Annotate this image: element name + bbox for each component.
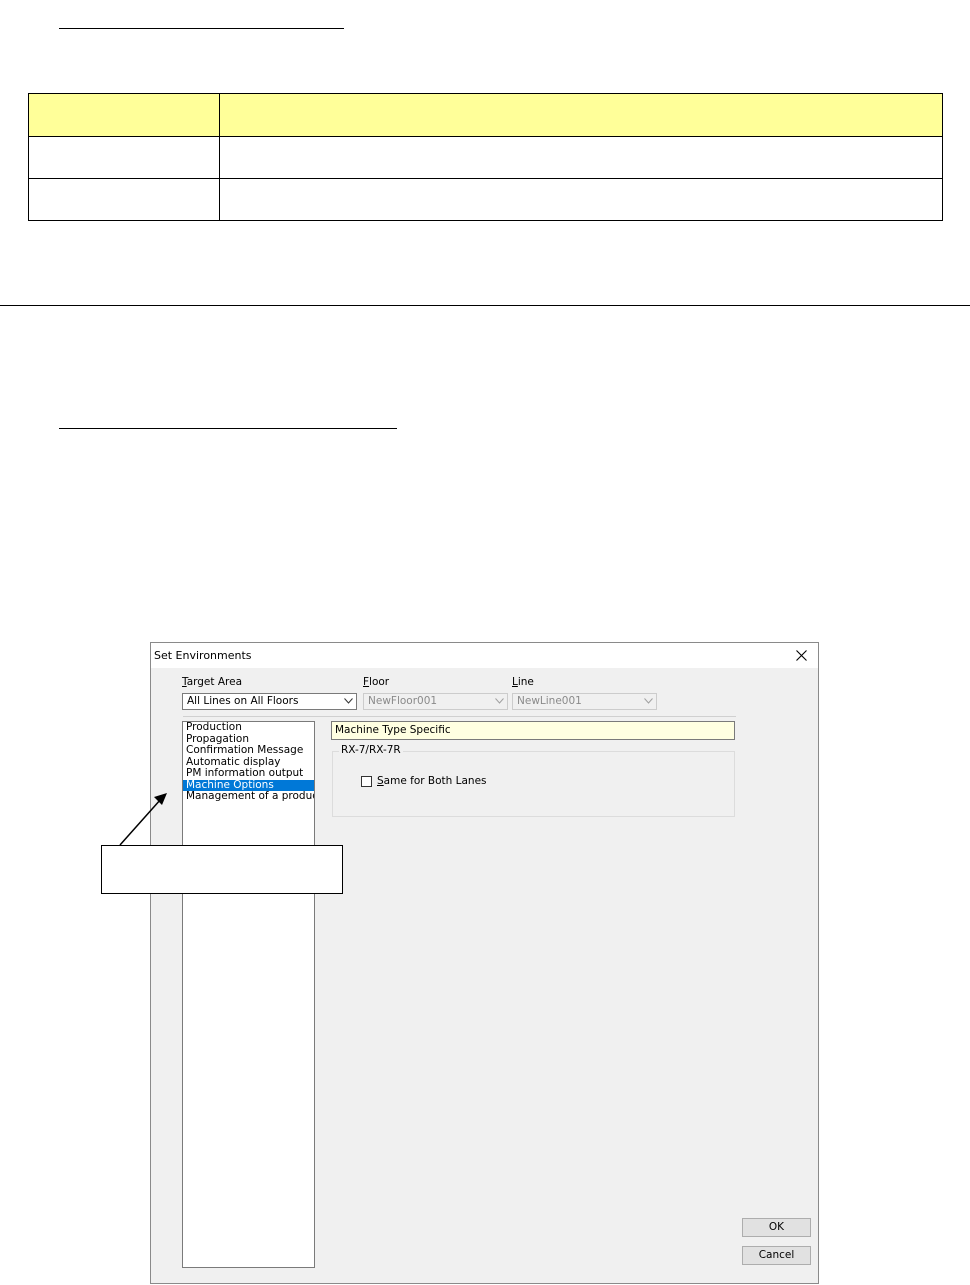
category-title: Machine Type Specific bbox=[331, 721, 735, 740]
list-item-management-of-production[interactable]: Management of a producti bbox=[183, 790, 314, 803]
heading-underline-2 bbox=[59, 428, 397, 429]
same-for-both-lanes-checkbox[interactable]: Same for Both Lanes bbox=[361, 775, 487, 787]
close-button[interactable] bbox=[784, 643, 818, 668]
line-label: Line bbox=[512, 676, 534, 688]
table-header-cell bbox=[28, 93, 220, 137]
close-icon bbox=[795, 650, 807, 661]
floor-select[interactable]: NewFloor001 bbox=[363, 693, 508, 710]
table-row bbox=[28, 136, 943, 179]
document-table bbox=[28, 93, 943, 221]
list-item-production[interactable]: Production bbox=[183, 722, 314, 734]
table-row bbox=[28, 178, 943, 221]
cancel-button[interactable]: Cancel bbox=[742, 1246, 811, 1265]
dialog-title: Set Environments bbox=[154, 649, 252, 662]
target-area-select[interactable]: All Lines on All Floors bbox=[182, 693, 357, 710]
floor-label: Floor bbox=[363, 676, 390, 688]
checkbox-box[interactable] bbox=[361, 775, 372, 787]
chevron-down-icon bbox=[644, 698, 653, 704]
separator bbox=[183, 716, 736, 717]
table-header-cell bbox=[219, 93, 943, 137]
callout-box bbox=[101, 845, 343, 894]
floor-value: NewFloor001 bbox=[368, 695, 438, 707]
group-title: RX-7/RX-7R bbox=[339, 744, 403, 756]
target-area-value: All Lines on All Floors bbox=[187, 695, 299, 707]
line-value: NewLine001 bbox=[517, 695, 582, 707]
title-bar: Set Environments bbox=[151, 643, 818, 668]
section-divider bbox=[0, 305, 970, 306]
chevron-down-icon bbox=[495, 698, 504, 704]
set-environments-dialog: Set Environments Target Area All Lines o… bbox=[150, 642, 819, 1284]
table-cell bbox=[219, 136, 943, 179]
settings-category-list[interactable]: Production Propagation Confirmation Mess… bbox=[182, 721, 315, 1268]
ok-button[interactable]: OK bbox=[742, 1218, 811, 1237]
list-item-confirmation-message[interactable]: Confirmation Message bbox=[183, 744, 314, 757]
table-cell bbox=[219, 178, 943, 221]
checkbox-label: Same for Both Lanes bbox=[377, 775, 487, 787]
table-cell bbox=[28, 178, 220, 221]
chevron-down-icon bbox=[344, 698, 353, 704]
heading-underline-1 bbox=[59, 28, 344, 29]
rx7-groupbox: RX-7/RX-7R Same for Both Lanes bbox=[332, 744, 735, 817]
table-cell bbox=[28, 136, 220, 179]
list-item-pm-information-output[interactable]: PM information output bbox=[183, 767, 314, 780]
table-header-row bbox=[28, 93, 943, 137]
line-select[interactable]: NewLine001 bbox=[512, 693, 657, 710]
target-area-label: Target Area bbox=[182, 676, 242, 688]
